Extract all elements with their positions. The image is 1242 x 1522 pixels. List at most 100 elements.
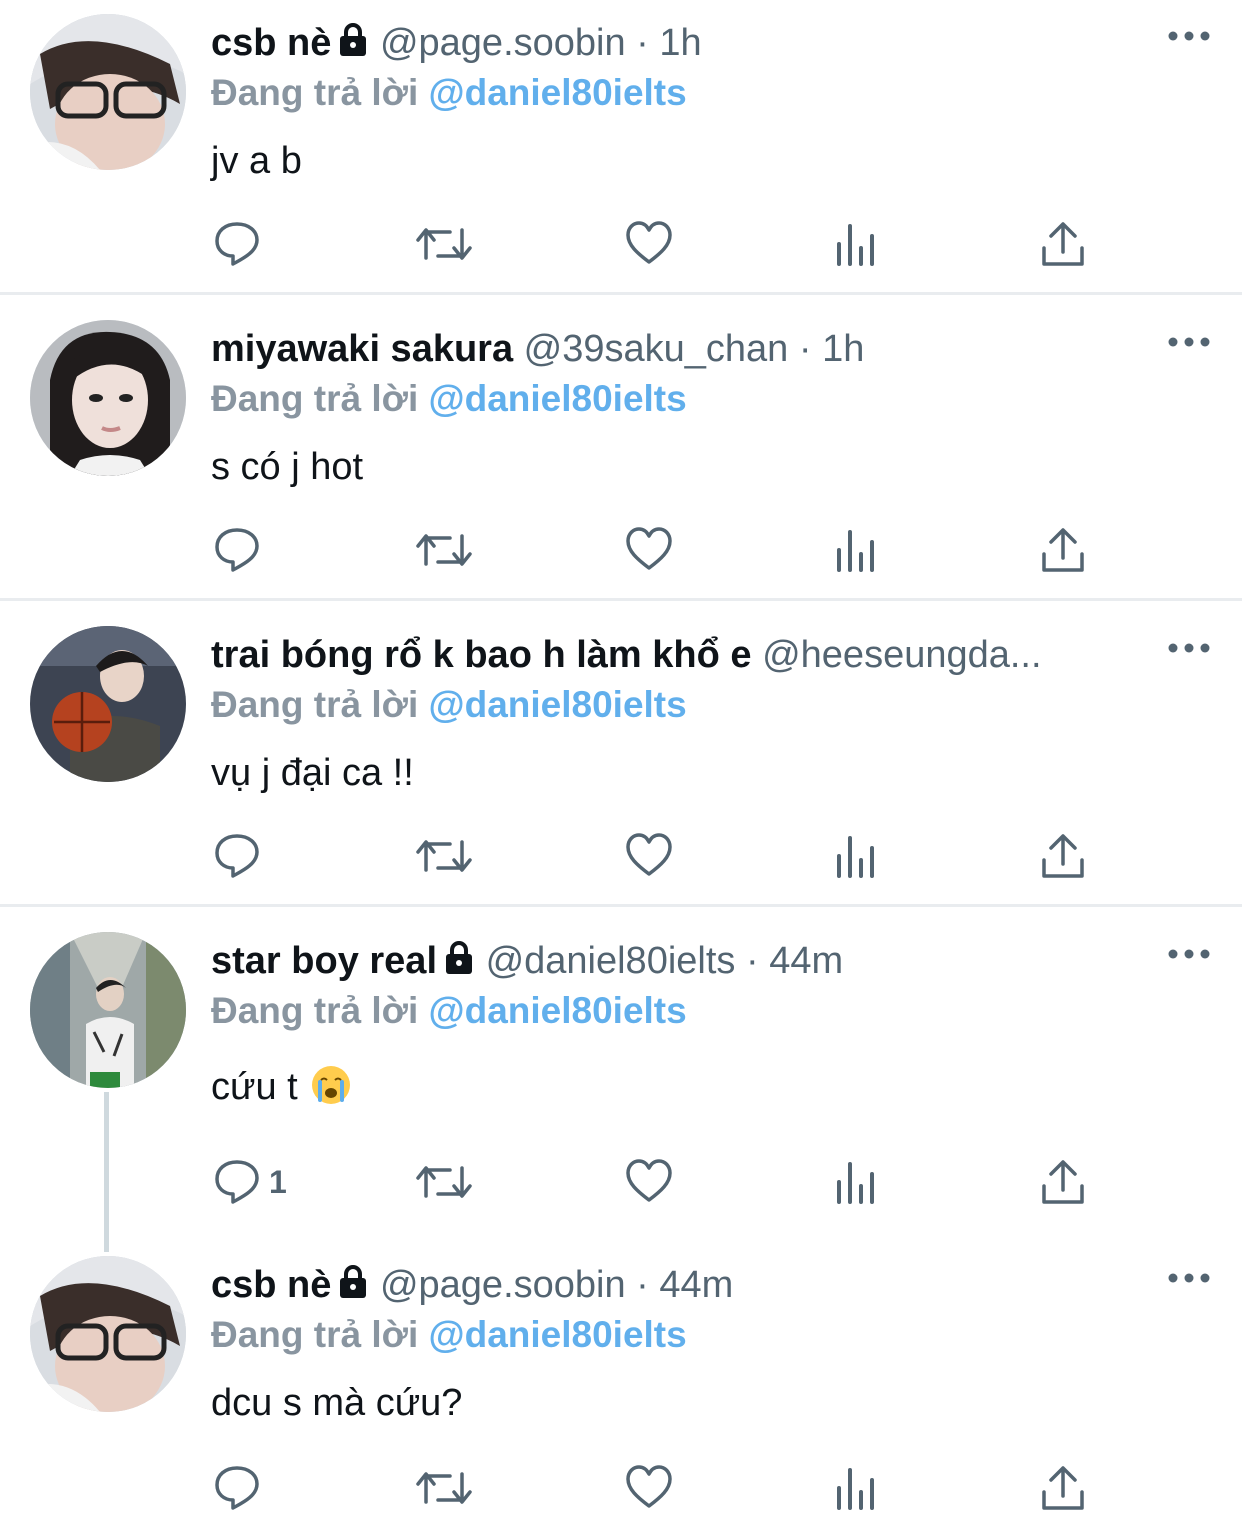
tweet-actions	[211, 1460, 1111, 1516]
avatar[interactable]	[30, 14, 186, 170]
replying-label: Đang trả lời	[211, 72, 419, 113]
like-button[interactable]	[623, 522, 675, 578]
mention-link[interactable]: @daniel80ielts	[429, 990, 687, 1031]
reply-icon	[215, 222, 259, 266]
display-name[interactable]: star boy real	[211, 940, 437, 982]
replying-to: Đang trả lời @daniel80ielts	[211, 988, 687, 1034]
retweet-button[interactable]	[414, 522, 474, 578]
timestamp[interactable]: 44m	[659, 1264, 733, 1306]
replying-label: Đang trả lời	[211, 990, 419, 1031]
retweet-icon	[416, 1472, 472, 1504]
tweet-header: csb nè @page.soobin · 1h	[211, 20, 1146, 66]
heart-icon	[626, 527, 672, 570]
reply-button[interactable]	[211, 216, 269, 272]
reply-button[interactable]	[211, 828, 269, 884]
views-button[interactable]	[831, 216, 883, 272]
share-button[interactable]	[1037, 522, 1089, 578]
display-name[interactable]: trai bóng rổ k bao h làm khổ e	[211, 634, 752, 676]
reply-button[interactable]: 1	[211, 1154, 287, 1210]
views-button[interactable]	[831, 522, 883, 578]
timestamp[interactable]: 44m	[769, 940, 843, 982]
mention-link[interactable]: @daniel80ielts	[429, 684, 687, 725]
views-button[interactable]	[831, 1460, 883, 1516]
divider	[0, 292, 1242, 295]
share-icon	[1042, 834, 1084, 878]
share-button[interactable]	[1037, 828, 1089, 884]
tweet[interactable]: csb nè @page.soobin · 1h Đang trả lời @d…	[0, 0, 1242, 292]
tweet-actions	[211, 828, 1111, 884]
replying-label: Đang trả lời	[211, 378, 419, 419]
username[interactable]: @heeseungda...	[762, 634, 1041, 676]
tweet-actions	[211, 216, 1111, 272]
display-name[interactable]: csb nè	[211, 22, 331, 64]
share-icon	[1042, 1466, 1084, 1510]
avatar-image	[30, 626, 186, 782]
reply-button[interactable]	[211, 1460, 269, 1516]
divider	[0, 598, 1242, 601]
more-icon[interactable]	[1166, 942, 1212, 966]
retweet-icon	[416, 1166, 472, 1198]
username[interactable]: @39saku_chan	[524, 328, 789, 370]
share-button[interactable]	[1037, 1154, 1089, 1210]
share-button[interactable]	[1037, 1460, 1089, 1516]
tweet[interactable]: csb nè @page.soobin · 44m Đang trả lời @…	[0, 1242, 1242, 1522]
replying-to: Đang trả lời @daniel80ielts	[211, 1312, 687, 1358]
reply-button[interactable]	[211, 522, 269, 578]
tweet-header: star boy real @daniel80ielts · 44m	[211, 938, 1146, 984]
more-icon[interactable]	[1166, 636, 1212, 660]
display-name[interactable]: miyawaki sakura	[211, 328, 513, 370]
avatar[interactable]	[30, 1256, 186, 1412]
views-icon	[837, 530, 874, 572]
heart-icon	[626, 221, 672, 264]
separator: ·	[798, 328, 812, 370]
like-button[interactable]	[623, 216, 675, 272]
more-icon[interactable]	[1166, 330, 1212, 354]
mention-link[interactable]: @daniel80ielts	[429, 1314, 687, 1355]
avatar[interactable]	[30, 932, 186, 1088]
more-icon[interactable]	[1166, 1266, 1212, 1290]
retweet-button[interactable]	[414, 1154, 474, 1210]
share-button[interactable]	[1037, 216, 1089, 272]
tweet-text: s có j hot	[211, 446, 364, 488]
username[interactable]: @page.soobin	[380, 1264, 626, 1306]
timestamp[interactable]: 1h	[659, 22, 701, 64]
tweet[interactable]: miyawaki sakura @39saku_chan · 1h Đang t…	[0, 306, 1242, 598]
avatar[interactable]	[30, 626, 186, 782]
separator: ·	[745, 940, 759, 982]
tweet-feed: csb nè @page.soobin · 1h Đang trả lời @d…	[0, 0, 1242, 1522]
retweet-button[interactable]	[414, 216, 474, 272]
like-button[interactable]	[623, 828, 675, 884]
mention-link[interactable]: @daniel80ielts	[429, 378, 687, 419]
retweet-button[interactable]	[414, 1460, 474, 1516]
avatar[interactable]	[30, 320, 186, 476]
tweet-text: jv a b	[211, 140, 302, 182]
tweet[interactable]: trai bóng rổ k bao h làm khổ e @heeseung…	[0, 612, 1242, 904]
tweet-text: cứu t	[211, 1064, 351, 1110]
mention-link[interactable]: @daniel80ielts	[429, 72, 687, 113]
tweet[interactable]: star boy real @daniel80ielts · 44m Đang …	[0, 918, 1242, 1234]
replying-to: Đang trả lời @daniel80ielts	[211, 70, 687, 116]
reply-icon	[215, 834, 259, 878]
timestamp[interactable]: 1h	[822, 328, 864, 370]
lock-icon	[443, 940, 475, 976]
views-icon	[837, 836, 874, 878]
display-name[interactable]: csb nè	[211, 1264, 331, 1306]
tweet-actions: 1	[211, 1154, 1111, 1210]
views-button[interactable]	[831, 1154, 883, 1210]
heart-icon	[626, 1159, 672, 1202]
tweet-text: dcu s mà cứu?	[211, 1382, 463, 1424]
heart-icon	[626, 833, 672, 876]
username[interactable]: @daniel80ielts	[486, 940, 736, 982]
like-button[interactable]	[623, 1460, 675, 1516]
more-icon[interactable]	[1166, 24, 1212, 48]
avatar-image	[30, 932, 186, 1088]
crying-face-emoji	[312, 1066, 351, 1104]
tweet-text: vụ j đại ca !!	[211, 752, 414, 794]
like-button[interactable]	[623, 1154, 675, 1210]
replying-to: Đang trả lời @daniel80ielts	[211, 682, 687, 728]
share-icon	[1042, 1160, 1084, 1204]
replying-label: Đang trả lời	[211, 1314, 419, 1355]
username[interactable]: @page.soobin	[380, 22, 626, 64]
views-button[interactable]	[831, 828, 883, 884]
retweet-button[interactable]	[414, 828, 474, 884]
